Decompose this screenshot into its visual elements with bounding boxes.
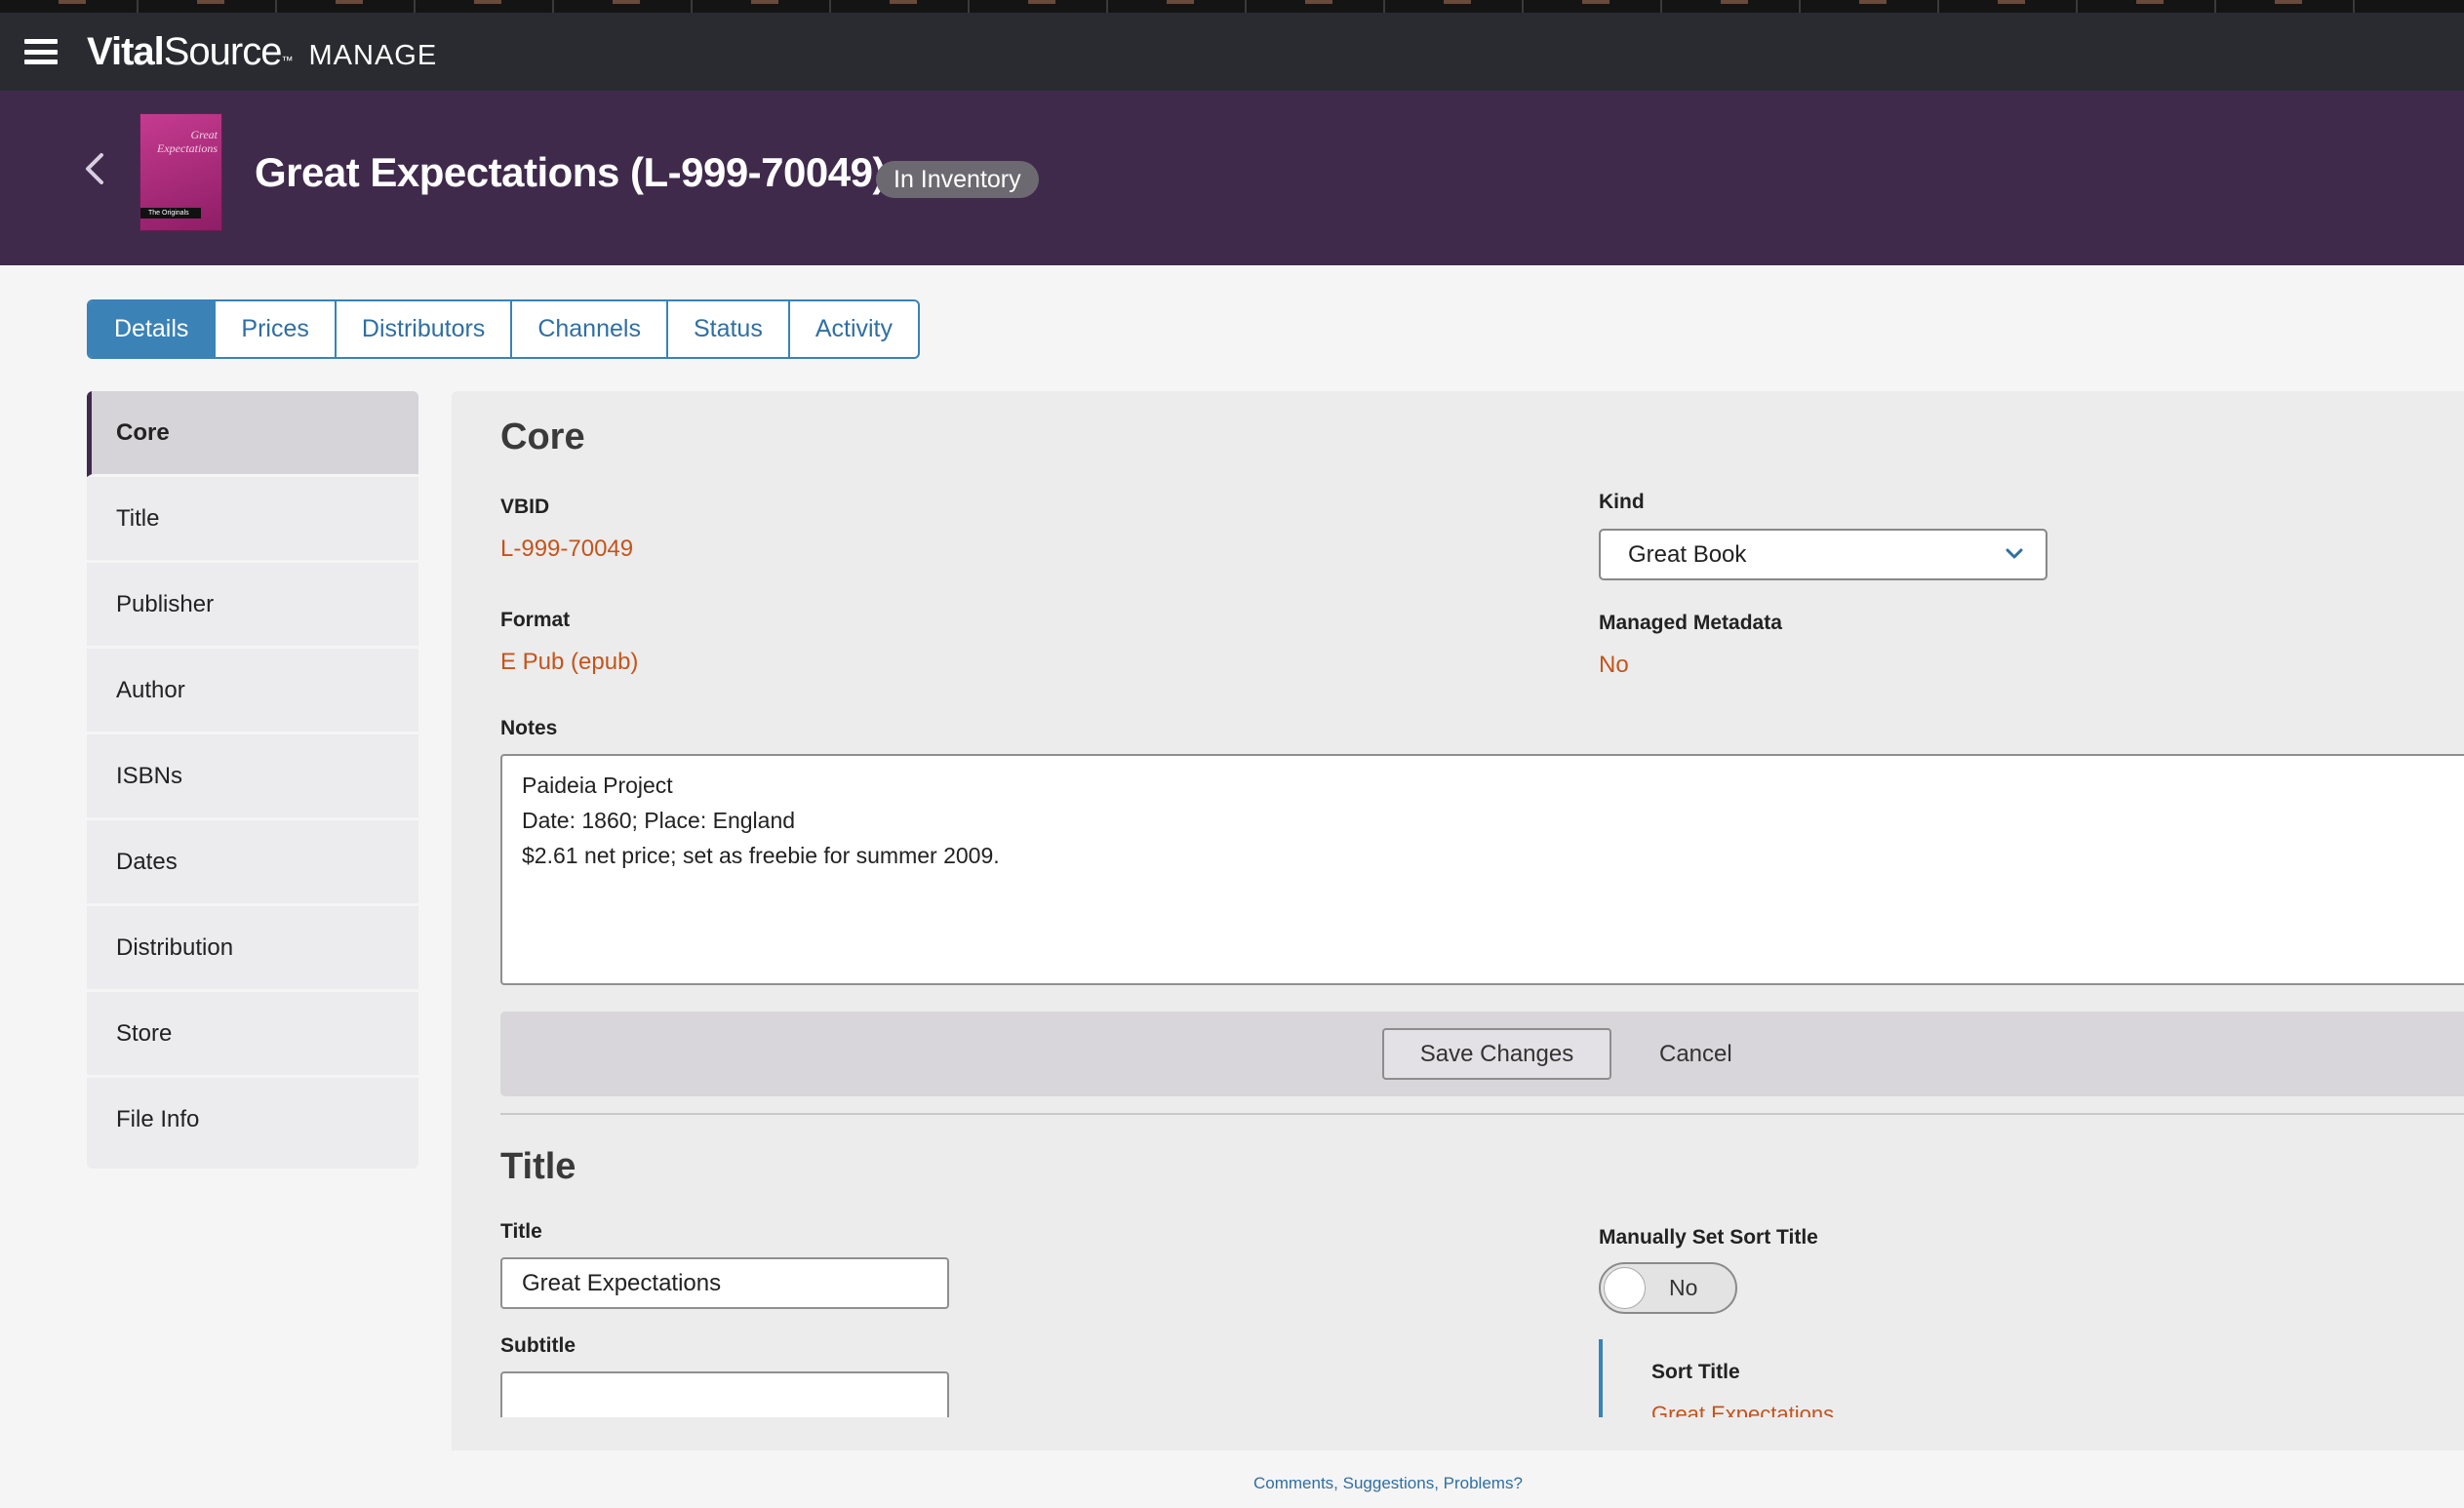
brand-source: Source bbox=[163, 29, 283, 73]
notes-textarea[interactable]: Paideia Project Date: 1860; Place: Engla… bbox=[500, 754, 2464, 985]
section-divider bbox=[500, 1113, 2464, 1115]
vbid-value: L-999-70049 bbox=[500, 536, 634, 562]
brand-manage: MANAGE bbox=[308, 39, 438, 71]
notes-label: Notes bbox=[500, 717, 558, 739]
kind-select-value: Great Book bbox=[1628, 541, 1747, 568]
sidebar-item-distribution[interactable]: Distribution bbox=[87, 906, 418, 992]
kind-label: Kind bbox=[1599, 491, 1645, 513]
managed-metadata-label: Managed Metadata bbox=[1599, 612, 1782, 634]
sort-title-label: Sort Title bbox=[1651, 1361, 1740, 1383]
sidebar-item-publisher[interactable]: Publisher bbox=[87, 563, 418, 649]
detail-tabs: Details Prices Distributors Channels Sta… bbox=[87, 299, 921, 359]
title-input[interactable] bbox=[500, 1257, 949, 1309]
form-action-bar: Save Changes Cancel bbox=[500, 1012, 2464, 1096]
cancel-button[interactable]: Cancel bbox=[1659, 1028, 1732, 1080]
toggle-state-label: No bbox=[1669, 1275, 1698, 1300]
sidebar-item-isbns[interactable]: ISBNs bbox=[87, 734, 418, 820]
tab-activity[interactable]: Activity bbox=[790, 301, 918, 357]
feedback-link[interactable]: Comments, Suggestions, Problems? bbox=[1253, 1474, 1523, 1493]
title-label: Title bbox=[500, 1220, 542, 1243]
sidebar-item-core[interactable]: Core bbox=[87, 391, 418, 477]
page-title: Great Expectations (L-999-70049) bbox=[255, 149, 886, 195]
panel-bottom-padding bbox=[452, 1417, 2464, 1450]
hamburger-menu-icon[interactable] bbox=[24, 39, 58, 64]
section-sidebar: Core Title Publisher Author ISBNs Dates … bbox=[87, 391, 418, 1169]
sort-title-toggle[interactable]: No bbox=[1599, 1262, 1737, 1314]
book-cover-thumbnail: Great Expectations The Originals bbox=[139, 113, 222, 231]
subtitle-label: Subtitle bbox=[500, 1334, 576, 1357]
subtitle-input[interactable] bbox=[500, 1371, 949, 1423]
brand-logo[interactable]: Vital Source ™ MANAGE bbox=[87, 30, 437, 74]
tab-distributors[interactable]: Distributors bbox=[337, 301, 513, 357]
sidebar-item-author[interactable]: Author bbox=[87, 649, 418, 734]
cover-band-text: The Originals bbox=[140, 208, 201, 218]
sidebar-item-file-info[interactable]: File Info bbox=[87, 1078, 418, 1164]
chevron-down-icon bbox=[2005, 546, 2024, 562]
tab-channels[interactable]: Channels bbox=[512, 301, 668, 357]
back-arrow-icon[interactable] bbox=[80, 149, 109, 188]
tab-status[interactable]: Status bbox=[668, 301, 790, 357]
brand-vital: Vital bbox=[87, 29, 165, 73]
top-app-bar: Vital Source ™ MANAGE bbox=[0, 13, 2464, 91]
kind-select[interactable]: Great Book bbox=[1599, 529, 2047, 580]
status-badge: In Inventory bbox=[876, 161, 1039, 198]
title-header: Great Expectations The Originals Great E… bbox=[0, 91, 2464, 265]
manually-set-sort-title-label: Manually Set Sort Title bbox=[1599, 1226, 1818, 1249]
format-value: E Pub (epub) bbox=[500, 649, 639, 675]
details-panel: Core VBID L-999-70049 Kind Great Book Fo… bbox=[452, 391, 2464, 1450]
browser-tab-strip bbox=[0, 0, 2464, 13]
format-label: Format bbox=[500, 609, 571, 631]
save-changes-button[interactable]: Save Changes bbox=[1382, 1028, 1611, 1080]
tab-details[interactable]: Details bbox=[89, 301, 217, 357]
sidebar-item-store[interactable]: Store bbox=[87, 992, 418, 1078]
cover-title-text: Great Expectations bbox=[157, 128, 218, 155]
tab-prices[interactable]: Prices bbox=[216, 301, 337, 357]
toggle-knob bbox=[1604, 1267, 1646, 1309]
brand-trademark: ™ bbox=[281, 53, 294, 67]
sidebar-item-dates[interactable]: Dates bbox=[87, 820, 418, 906]
title-heading: Title bbox=[500, 1146, 576, 1187]
vbid-label: VBID bbox=[500, 496, 550, 518]
sidebar-item-title[interactable]: Title bbox=[87, 477, 418, 563]
managed-metadata-value: No bbox=[1599, 652, 1629, 678]
core-heading: Core bbox=[500, 417, 585, 457]
